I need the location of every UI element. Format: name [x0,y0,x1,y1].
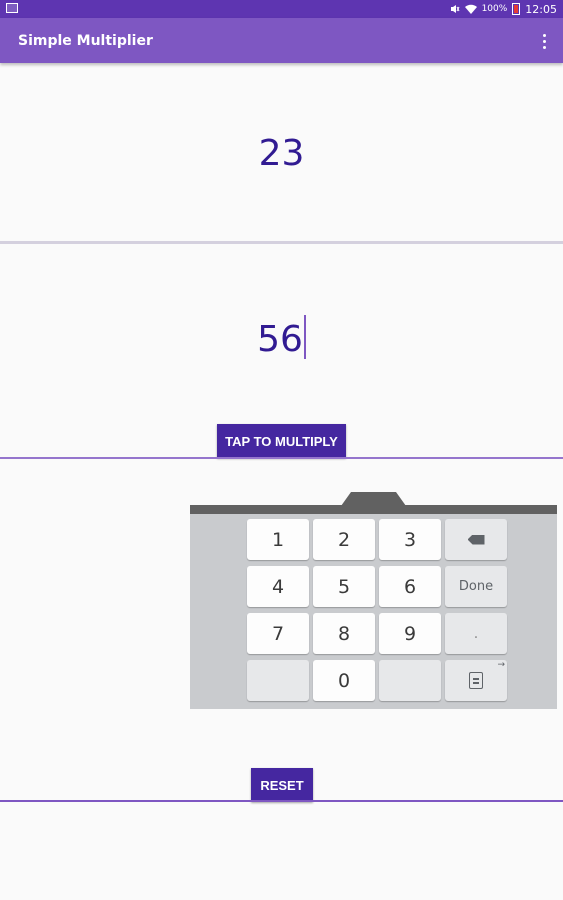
key-5[interactable]: 5 [313,566,375,607]
key-8[interactable]: 8 [313,613,375,654]
key-1[interactable]: 1 [247,519,309,560]
backspace-icon [467,534,485,545]
result-underline [0,800,563,802]
mute-icon [450,5,460,13]
clipboard-key[interactable]: → [445,660,507,701]
app-bar: Simple Multiplier [0,18,563,63]
battery-icon [512,3,521,15]
keyboard-handle[interactable] [341,492,406,506]
wifi-icon [464,4,477,14]
first-field-underline [0,241,563,244]
reset-button[interactable]: RESET [251,768,313,802]
key-6[interactable]: 6 [379,566,441,607]
dot-key-label: . [473,625,479,642]
key-4[interactable]: 4 [247,566,309,607]
app-title: Simple Multiplier [18,33,153,49]
status-time: 12:05 [525,2,557,16]
text-cursor [303,315,306,359]
second-number-field[interactable]: 56 [0,315,563,360]
notification-icon [6,3,18,13]
first-number-value: 23 [258,133,305,174]
second-field-underline [0,457,563,459]
dot-key[interactable]: . [445,613,507,654]
second-number-value: 56 [257,319,303,360]
key-7[interactable]: 7 [247,613,309,654]
overflow-menu-icon[interactable] [539,32,549,50]
first-number-field[interactable]: 23 [0,133,563,174]
clipboard-icon [469,672,483,689]
done-key[interactable]: Done [445,566,507,607]
numeric-keyboard: 1 2 3 4 5 6 Done 7 8 9 . 0 → [190,492,557,709]
status-right: 100% 12:05 [450,0,557,18]
battery-percent: 100% [481,4,508,14]
keyboard-body: 1 2 3 4 5 6 Done 7 8 9 . 0 → [190,514,557,709]
keyboard-top-bar [190,505,557,514]
key-2[interactable]: 2 [313,519,375,560]
multiply-button[interactable]: TAP TO MULTIPLY [217,424,346,458]
backspace-key[interactable] [445,519,507,560]
status-bar: 100% 12:05 [0,0,563,18]
key-3[interactable]: 3 [379,519,441,560]
blank-key-left [247,660,309,701]
key-9[interactable]: 9 [379,613,441,654]
key-0[interactable]: 0 [313,660,375,701]
more-arrow-icon: → [497,660,505,670]
blank-key-right [379,660,441,701]
